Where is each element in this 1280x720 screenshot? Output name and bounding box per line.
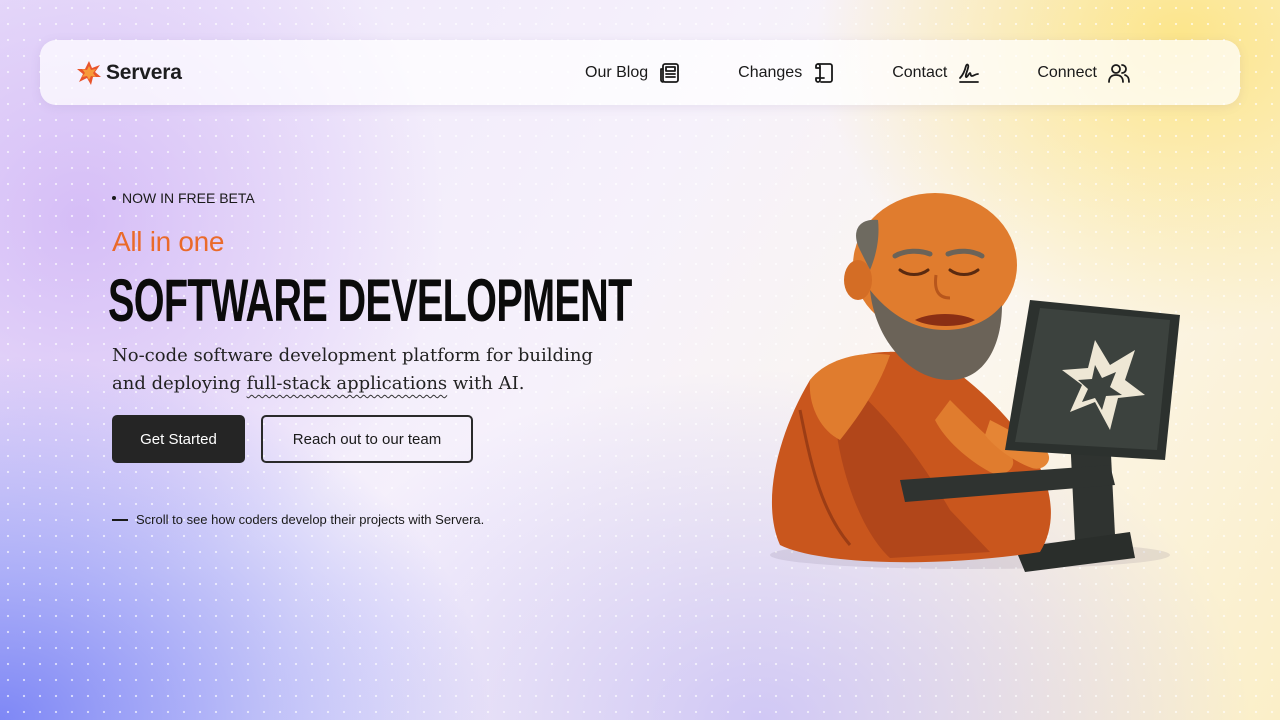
scroll-hint: Scroll to see how coders develop their p… <box>112 512 484 527</box>
nav-link-label: Changes <box>738 63 803 81</box>
brand-name: Servera <box>106 60 182 84</box>
brand-logo-link[interactable]: Servera <box>76 40 182 105</box>
servera-star-icon <box>77 60 101 85</box>
nav-link-label: Contact <box>892 63 948 81</box>
scroll-dash <box>112 518 128 521</box>
newspaper-icon <box>660 62 680 83</box>
subtitle-text-end: with AI. <box>447 373 525 394</box>
hero-eyebrow: All in one <box>112 226 225 257</box>
scroll-icon <box>815 62 834 83</box>
reach-out-button[interactable]: Reach out to our team <box>261 415 473 463</box>
nav-link-our-blog[interactable]: Our Blog <box>585 61 682 85</box>
nav-link-label: Connect <box>1037 63 1097 81</box>
nav-link-connect[interactable]: Connect <box>1037 61 1131 85</box>
beta-badge: NOW IN FREE BETA <box>112 190 255 206</box>
badge-text: NOW IN FREE BETA <box>122 190 255 206</box>
monk-coding-illustration <box>770 193 1180 572</box>
users-icon <box>1108 63 1130 83</box>
nav-links: Our Blog Changes Contact Connect <box>585 40 1187 105</box>
signature-icon <box>959 63 980 83</box>
hero-headline: SOFTWARE DEVELOPMENT <box>108 267 632 334</box>
nav-link-changes[interactable]: Changes <box>738 61 836 85</box>
top-navigation: Servera Our Blog Changes Contact Connect <box>40 40 1240 105</box>
badge-bullet <box>112 196 116 200</box>
nav-link-contact[interactable]: Contact <box>892 61 981 85</box>
scroll-hint-text: Scroll to see how coders develop their p… <box>136 512 485 527</box>
nav-link-label: Our Blog <box>585 63 649 81</box>
hero-subtitle: No-code software development platform fo… <box>112 342 632 398</box>
get-started-button[interactable]: Get Started <box>112 415 245 463</box>
subtitle-highlight: full-stack applications <box>246 373 448 394</box>
